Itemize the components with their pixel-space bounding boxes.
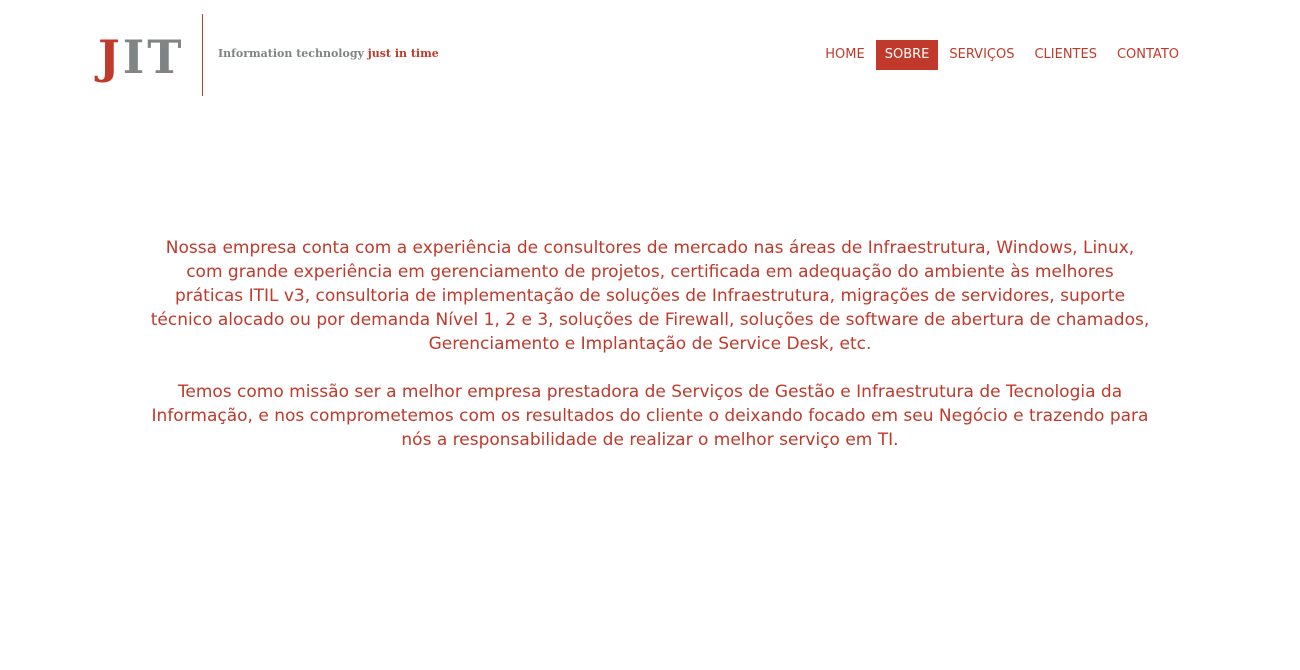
site-header: JIT Information technology just in time … [0, 0, 1300, 100]
nav-contato[interactable]: CONTATO [1108, 40, 1188, 70]
main-nav: HOME SOBRE SERVIÇOS CLIENTES CONTATO [816, 40, 1188, 70]
about-paragraph-mission: Temos como missão ser a melhor empresa p… [151, 382, 1149, 450]
nav-home[interactable]: HOME [816, 40, 873, 70]
logo-letters-it: IT [122, 30, 185, 84]
logo-letter-j: J [98, 30, 123, 84]
nav-sobre[interactable]: SOBRE [875, 40, 939, 70]
logo-mark: JIT [98, 34, 185, 80]
about-paragraph-experience: Nossa empresa conta com a experiência de… [150, 238, 1150, 354]
nav-servicos[interactable]: SERVIÇOS [940, 40, 1023, 70]
logo-divider [202, 14, 203, 96]
about-content: Nossa empresa conta com a experiência de… [150, 236, 1150, 476]
logo-tagline: Information technology just in time [218, 47, 439, 61]
tagline-accent-text: just in time [367, 47, 439, 60]
nav-clientes[interactable]: CLIENTES [1025, 40, 1106, 70]
tagline-plain-text: Information technology [218, 47, 364, 60]
